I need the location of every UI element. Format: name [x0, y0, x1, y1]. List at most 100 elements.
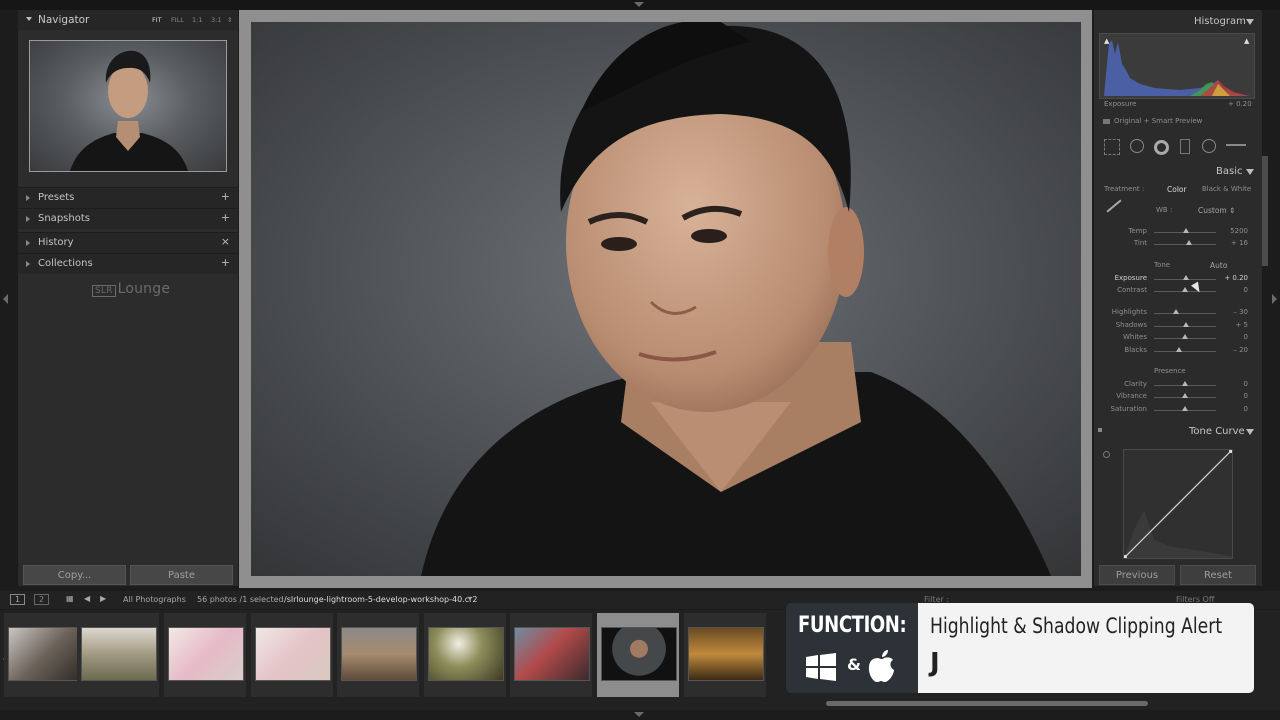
tone-curve-target-icon[interactable] — [1098, 428, 1102, 432]
previous-button[interactable]: Previous — [1099, 565, 1175, 585]
crop-tool-icon[interactable] — [1104, 139, 1120, 155]
highlights-value[interactable]: – 30 — [1233, 308, 1248, 316]
filename-menu-icon[interactable]: ▾ — [468, 594, 472, 603]
filmstrip-thumbnail[interactable] — [684, 613, 766, 697]
history-section[interactable]: History × — [18, 232, 238, 253]
zoom-menu-icon[interactable]: ⇕ — [227, 16, 232, 24]
red-eye-icon[interactable] — [1154, 140, 1169, 155]
treatment-color-option[interactable]: Color — [1167, 185, 1187, 194]
tone-curve-collapse-icon[interactable] — [1246, 429, 1254, 435]
whites-slider-thumb[interactable] — [1182, 334, 1188, 339]
primary-screen-button[interactable]: 1 — [10, 594, 26, 605]
reset-button[interactable]: Reset — [1180, 565, 1256, 585]
vibrance-value[interactable]: 0 — [1244, 392, 1248, 400]
filmstrip-thumbnail[interactable] — [337, 613, 419, 697]
shadow-clipping-icon[interactable]: ▲ — [1104, 37, 1109, 45]
filmstrip-thumbnail-selected[interactable] — [597, 613, 679, 697]
back-arrow-icon[interactable]: ◀ — [84, 594, 90, 603]
radial-filter-icon[interactable] — [1202, 139, 1216, 153]
temp-slider-thumb[interactable] — [1183, 228, 1190, 233]
zoom-fit[interactable]: FIT — [152, 16, 162, 24]
tone-curve-title[interactable]: Tone Curve — [1189, 426, 1245, 437]
selected-filename[interactable]: /slrlounge-lightroom-5-develop-workshop-… — [284, 595, 478, 604]
vibrance-slider-thumb[interactable] — [1182, 393, 1188, 398]
highlights-slider-thumb[interactable] — [1172, 309, 1179, 314]
treatment-label: Treatment : — [1104, 185, 1145, 193]
zoom-3-1[interactable]: 3:1 — [211, 16, 221, 24]
contrast-label: Contrast — [1117, 286, 1147, 294]
grid-view-icon[interactable]: ▦ — [66, 594, 74, 603]
source-label[interactable]: All Photographs — [123, 595, 186, 604]
shadows-slider-thumb[interactable] — [1183, 322, 1190, 327]
treatment-bw-option[interactable]: Black & White — [1202, 185, 1251, 193]
contrast-value[interactable]: 0 — [1244, 286, 1248, 294]
blacks-slider[interactable] — [1154, 351, 1216, 352]
saturation-slider-thumb[interactable] — [1182, 406, 1188, 411]
filmstrip-thumbnail[interactable] — [251, 613, 333, 697]
clarity-slider-thumb[interactable] — [1182, 381, 1188, 386]
wb-select[interactable]: Custom ⇕ — [1198, 206, 1235, 215]
filmstrip-thumbnail[interactable] — [164, 613, 246, 697]
blacks-slider-thumb[interactable] — [1175, 347, 1182, 352]
clear-history-icon[interactable]: × — [221, 235, 230, 248]
collections-section[interactable]: Collections + — [18, 253, 238, 274]
thumbnail-image — [688, 627, 764, 681]
tint-slider-thumb[interactable] — [1185, 240, 1192, 245]
main-photo[interactable] — [251, 22, 1081, 576]
tint-value[interactable]: + 16 — [1231, 239, 1248, 247]
histogram-exposure-label: Exposure — [1104, 100, 1137, 108]
navigator-header[interactable]: Navigator FIT FILL 1:1 3:1 ⇕ — [18, 10, 238, 30]
histogram-chart-icon — [1104, 40, 1250, 96]
filmstrip-scrollbar[interactable] — [826, 701, 1148, 706]
adjustment-brush-icon[interactable] — [1226, 144, 1246, 146]
clarity-value[interactable]: 0 — [1244, 380, 1248, 388]
filmstrip-thumbnail[interactable] — [424, 613, 506, 697]
left-panel-toggle-icon[interactable] — [3, 294, 8, 304]
histogram-title[interactable]: Histogram — [1194, 16, 1246, 27]
filmstrip-thumbnail[interactable] — [77, 613, 159, 697]
saturation-value[interactable]: 0 — [1244, 405, 1248, 413]
histogram-collapse-icon[interactable] — [1246, 19, 1254, 25]
top-panel-toggle-icon[interactable] — [634, 2, 644, 7]
overlay-title: Highlight & Shadow Clipping Alert — [930, 614, 1223, 638]
filmstrip-thumbnail[interactable] — [510, 613, 592, 697]
snapshots-section[interactable]: Snapshots + — [18, 208, 238, 229]
whites-value[interactable]: 0 — [1244, 333, 1248, 341]
tone-curve-graph[interactable] — [1123, 449, 1233, 559]
spot-removal-icon[interactable] — [1130, 139, 1144, 153]
add-preset-icon[interactable]: + — [221, 190, 230, 203]
bottom-panel-toggle-icon[interactable] — [634, 712, 644, 717]
zoom-1-1[interactable]: 1:1 — [192, 16, 202, 24]
presets-section[interactable]: Presets + — [18, 187, 238, 208]
slrlounge-logo: SLR Lounge — [92, 281, 170, 297]
photo-count: 56 photos /1 selected — [197, 595, 284, 604]
right-panel-toggle-icon[interactable] — [1272, 294, 1277, 304]
copy-button[interactable]: Copy... — [23, 565, 126, 585]
navigator-preview[interactable] — [29, 40, 227, 172]
graduated-filter-icon[interactable] — [1180, 139, 1190, 154]
zoom-fill[interactable]: FILL — [171, 16, 184, 24]
shadows-value[interactable]: + 5 — [1235, 321, 1248, 329]
shadows-slider-row: Shadows + 5 — [1098, 321, 1254, 331]
right-panel-scrollbar[interactable] — [1262, 156, 1268, 266]
highlight-clipping-icon[interactable]: ▲ — [1244, 37, 1249, 45]
filmstrip-thumbnail[interactable] — [4, 613, 86, 697]
secondary-screen-button[interactable]: 2 — [34, 594, 50, 605]
blacks-value[interactable]: – 20 — [1233, 346, 1248, 354]
add-snapshot-icon[interactable]: + — [221, 211, 230, 224]
curve-point-target-icon[interactable] — [1103, 451, 1110, 458]
contrast-slider-thumb[interactable] — [1182, 287, 1188, 292]
add-collection-icon[interactable]: + — [221, 256, 230, 269]
exposure-value[interactable]: + 0.20 — [1224, 274, 1248, 282]
basic-title[interactable]: Basic — [1216, 166, 1242, 177]
paste-button[interactable]: Paste — [130, 565, 233, 585]
basic-collapse-icon[interactable] — [1246, 169, 1254, 175]
exposure-slider-thumb[interactable] — [1182, 275, 1189, 280]
highlights-slider[interactable] — [1154, 313, 1216, 314]
thumbnail-image — [514, 627, 590, 681]
temp-value[interactable]: 5200 — [1230, 227, 1248, 235]
forward-arrow-icon[interactable]: ▶ — [100, 594, 106, 603]
snapshots-label: Snapshots — [38, 213, 90, 224]
auto-tone-button[interactable]: Auto — [1210, 261, 1227, 270]
histogram-graph[interactable]: ▲ ▲ — [1099, 33, 1255, 99]
